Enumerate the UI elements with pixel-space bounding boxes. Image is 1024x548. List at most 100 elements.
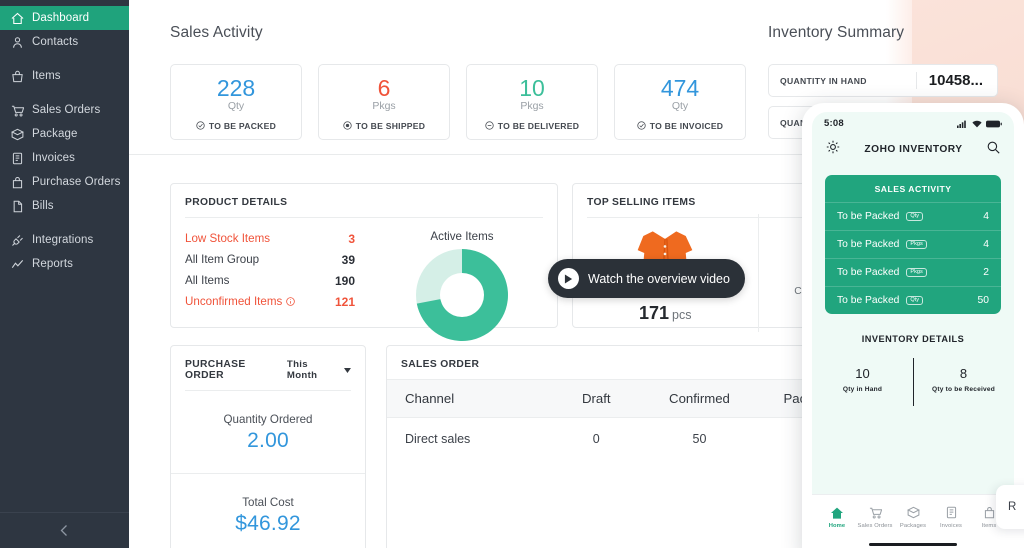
phone-sales-activity-label: To be Packed	[837, 295, 900, 306]
product-details-row[interactable]: All Items 190	[185, 270, 367, 291]
sidebar-item-integrations[interactable]: Integrations	[0, 228, 129, 252]
info-icon[interactable]	[286, 297, 296, 306]
phone-inventory-detail-value: 10	[855, 366, 870, 381]
gear-icon[interactable]	[826, 140, 840, 159]
sidebar-item-contacts[interactable]: Contacts	[0, 30, 129, 54]
app-root: Dashboard Contacts Items Sales Orders Packag…	[0, 0, 1024, 548]
phone-sales-activity-value: 4	[983, 239, 989, 250]
sales-activity-title: Sales Activity	[170, 24, 263, 41]
phone-sales-activity-row[interactable]: To be Packed Qty 4	[825, 202, 1001, 230]
phone-inventory-details-header: INVENTORY DETAILS	[861, 334, 965, 344]
table-column-header[interactable]: Channel	[387, 379, 549, 418]
table-cell: 50	[692, 432, 707, 446]
box-icon	[906, 506, 920, 519]
inventory-summary-row[interactable]: QUANTITY IN HAND 10458...	[768, 64, 998, 97]
sales-activity-card[interactable]: 228 Qty TO BE PACKED	[170, 64, 302, 140]
sales-activity-unit: Qty	[671, 99, 689, 112]
product-details-row[interactable]: Unconfirmed Items 121	[185, 291, 367, 312]
product-details-row[interactable]: All Item Group 39	[185, 249, 367, 270]
sidebar-item-label: Sales Orders	[32, 104, 101, 116]
phone-sales-activity-value: 50	[977, 295, 989, 306]
phone-sales-activity-row[interactable]: To be Packed Pkgs 4	[825, 230, 1001, 258]
phone-inventory-detail-value: 8	[959, 366, 968, 381]
phone-tab-home[interactable]: Home	[818, 504, 856, 529]
sidebar-item-sales-orders[interactable]: Sales Orders	[0, 98, 129, 122]
table-column-header[interactable]: Draft	[548, 379, 644, 418]
signal-icon	[957, 120, 966, 128]
sidebar-item-label: Contacts	[32, 36, 79, 48]
sidebar-item-reports[interactable]: Reports	[0, 252, 129, 276]
side-panel-peek-label: R	[1008, 501, 1017, 513]
phone-inventory-detail: 10 Qty in Hand	[812, 366, 913, 393]
purchase-order-metric-caption: Quantity Ordered	[223, 413, 313, 426]
search-icon[interactable]	[987, 141, 1000, 159]
sidebar-item-label: Package	[32, 128, 78, 140]
phone-app-title: ZOHO INVENTORY	[864, 144, 963, 155]
phone-inventory-detail: 8 Qty to be Received	[913, 358, 1014, 406]
inventory-summary-label: QUANTITY IN HAND	[780, 75, 867, 86]
purchase-order-header: PURCHASE ORDER	[185, 359, 246, 381]
product-details-label: Low Stock Items	[185, 232, 271, 245]
sales-activity-card[interactable]: 474 Qty TO BE INVOICED	[614, 64, 746, 140]
phone-tab-invoices[interactable]: Invoices	[932, 504, 970, 529]
sales-activity-card[interactable]: 10 Pkgs TO BE DELIVERED	[466, 64, 598, 140]
phone-inventory-details: 10 Qty in Hand 8 Qty to be Received	[812, 358, 1014, 406]
top-selling-item-qty: 171 pcs	[639, 303, 692, 323]
product-details-value: 121	[334, 294, 355, 309]
side-panel-peek[interactable]: R	[996, 485, 1024, 529]
check-circle-icon	[196, 121, 205, 130]
phone-status-bar: 5:08	[812, 112, 1014, 131]
phone-tab-label: Invoices	[939, 523, 963, 529]
dot-circle-icon	[343, 121, 352, 130]
sidebar-item-bills[interactable]: Bills	[0, 194, 129, 218]
inventory-summary-value: 10458...	[915, 72, 983, 89]
phone-sales-activity-header: SALES ACTIVITY	[874, 184, 952, 194]
sidebar-item-label: Dashboard	[32, 12, 90, 24]
sidebar-item-label: Purchase Orders	[32, 176, 121, 188]
inventory-summary-title: Inventory Summary	[768, 24, 905, 41]
chevron-left-icon	[60, 525, 67, 536]
table-cell: 0	[592, 432, 600, 446]
home-indicator	[869, 542, 957, 546]
sales-activity-value: 6	[377, 74, 391, 101]
sidebar-item-label: Invoices	[32, 152, 75, 164]
product-details-row[interactable]: Low Stock Items 3	[185, 228, 367, 249]
sidebar-item-items[interactable]: Items	[0, 64, 129, 88]
phone-tab-packages[interactable]: Packages	[894, 504, 932, 529]
sidebar-collapse-button[interactable]	[0, 512, 129, 548]
phone-sales-activity-value: 4	[983, 211, 989, 222]
phone-tab-label: Packages	[899, 523, 927, 529]
product-details-card: PRODUCT DETAILS Low Stock Items 3 All Item…	[170, 183, 558, 341]
product-details-label: All Items	[185, 274, 230, 287]
sales-activity-card[interactable]: 6 Pkgs TO BE SHIPPED	[318, 64, 450, 140]
product-details-value: 39	[341, 252, 355, 267]
sidebar-item-package[interactable]: Package	[0, 122, 129, 146]
sidebar-item-label: Reports	[32, 258, 73, 270]
phone-tab-sales-orders[interactable]: Sales Orders	[856, 504, 894, 529]
person-icon	[12, 36, 22, 48]
sidebar-item-invoices[interactable]: Invoices	[0, 146, 129, 170]
product-details-rows: Low Stock Items 3 All Item Group 39 All Item…	[171, 218, 367, 341]
cart-icon	[11, 105, 24, 116]
minus-circle-icon	[485, 121, 494, 130]
phone-sales-activity-row[interactable]: To be Packed Qty 50	[825, 286, 1001, 314]
sidebar-item-purchase-orders[interactable]: Purchase Orders	[0, 170, 129, 194]
sidebar: Dashboard Contacts Items Sales Orders Packag…	[0, 0, 129, 548]
purchase-order-period-dropdown[interactable]: This Month	[287, 359, 351, 381]
phone-app-header: ZOHO INVENTORY	[812, 131, 1014, 169]
plug-icon	[11, 234, 23, 246]
phone-tab-label: Home	[828, 523, 846, 529]
purchase-order-metric-value: $46.92	[235, 512, 301, 535]
purchase-order-metric-value: 2.00	[247, 429, 289, 452]
table-column-header[interactable]: Confirmed	[643, 379, 756, 418]
watch-overview-video-label: Watch the overview video	[588, 271, 730, 286]
watch-overview-video-button[interactable]: Watch the overview video	[548, 259, 745, 298]
phone-inventory-detail-caption: Qty in Hand	[842, 386, 883, 393]
chart-line-icon	[11, 259, 23, 268]
phone-sales-activity-row[interactable]: To be Packed Pkgs 2	[825, 258, 1001, 286]
product-details-value: 3	[348, 231, 355, 246]
sidebar-item-dashboard[interactable]: Dashboard	[0, 6, 129, 30]
